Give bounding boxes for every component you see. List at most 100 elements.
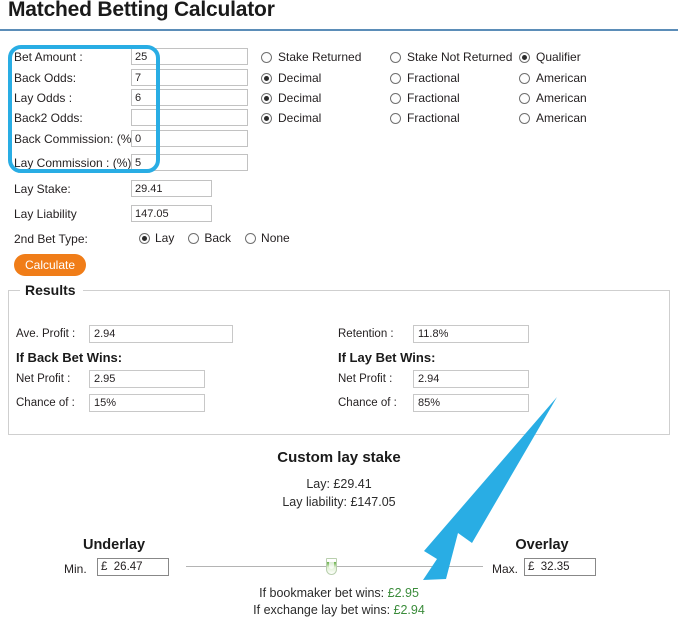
radio-lay-odds-fractional-button[interactable]	[390, 92, 401, 104]
form-row-lay-stake: Lay Stake:	[0, 180, 678, 200]
lay-net-profit-value[interactable]	[413, 370, 529, 388]
radio-back2-odds-fractional-button[interactable]	[390, 112, 401, 124]
radio-back-odds-fractional-button[interactable]	[390, 72, 401, 84]
calculate-button[interactable]: Calculate	[14, 254, 86, 276]
max-lay-stake-input[interactable]	[524, 558, 596, 576]
radio-qualifier[interactable]: Qualifier	[519, 49, 581, 65]
radio-back-odds-american[interactable]: American	[519, 70, 587, 86]
radio-bet-type-lay[interactable]: Lay	[139, 231, 174, 245]
page-title: Matched Betting Calculator	[8, 0, 275, 21]
lay-odds-label: Lay Odds :	[14, 91, 73, 105]
radio-stake-not-returned[interactable]: Stake Not Returned	[390, 49, 512, 65]
lay-commission-label: Lay Commission : (%)	[14, 156, 132, 170]
lay-chance-label: Chance of :	[338, 397, 397, 409]
radio-stake-not-returned-button[interactable]	[390, 51, 401, 63]
retention-value[interactable]	[413, 325, 529, 343]
form-row-lay-liability: Lay Liability	[0, 205, 678, 225]
radio-back-odds-fractional[interactable]: Fractional	[390, 70, 460, 86]
radio-bet-type-back[interactable]: Back	[188, 231, 231, 245]
radio-back2-odds-american-button[interactable]	[519, 112, 530, 124]
radio-qualifier-button[interactable]	[519, 51, 530, 63]
back2-odds-label: Back2 Odds:	[14, 111, 83, 125]
radio-lay-odds-american[interactable]: American	[519, 90, 587, 106]
form-row-back-odds: Back Odds: Decimal Fractional American	[0, 69, 678, 89]
radio-lay-odds-fractional[interactable]: Fractional	[390, 90, 460, 106]
title-divider	[0, 29, 678, 31]
radio-back-odds-decimal[interactable]: Decimal	[261, 70, 321, 86]
back2-odds-input[interactable]	[131, 109, 248, 126]
radio-lay-odds-american-label: American	[536, 91, 587, 105]
overlay-label: Overlay	[515, 537, 569, 553]
radio-back-odds-decimal-label: Decimal	[278, 71, 322, 85]
input-form: Bet Amount : Stake Returned Stake Not Re…	[0, 44, 678, 246]
radio-bet-type-back-label: Back	[204, 231, 232, 245]
custom-lay-line: Lay: £29.41	[306, 477, 372, 491]
radio-back-odds-american-label: American	[536, 71, 587, 85]
exchange-wins-value: £2.94	[393, 603, 425, 617]
exchange-wins-line: If exchange lay bet wins: £2.94	[0, 603, 678, 617]
radio-back2-odds-fractional-label: Fractional	[407, 111, 460, 125]
lay-odds-input[interactable]	[131, 89, 248, 106]
back-commission-input[interactable]	[131, 130, 248, 147]
custom-lay-stake-title: Custom lay stake	[277, 449, 401, 466]
radio-back2-odds-american[interactable]: American	[519, 110, 587, 126]
min-prefix-label: Min.	[64, 562, 87, 576]
bet-amount-input[interactable]	[131, 48, 248, 65]
lay-liability-label: Lay Liability	[14, 207, 77, 221]
radio-stake-returned[interactable]: Stake Returned	[261, 49, 361, 65]
radio-lay-odds-decimal-label: Decimal	[278, 91, 322, 105]
back-chance-label: Chance of :	[16, 397, 75, 409]
custom-lay-liability-line: Lay liability: £147.05	[282, 495, 396, 509]
lay-net-profit-label: Net Profit :	[338, 373, 393, 385]
radio-stake-returned-label: Stake Returned	[278, 50, 362, 64]
form-row-second-bet-type: 2nd Bet Type: Lay Back None	[0, 230, 678, 250]
radio-back-odds-american-button[interactable]	[519, 72, 530, 84]
results-legend: Results	[20, 282, 83, 298]
ave-profit-value[interactable]	[89, 325, 233, 343]
bookmaker-wins-line: If bookmaker bet wins: £2.95	[0, 586, 678, 600]
radio-back2-odds-fractional[interactable]: Fractional	[390, 110, 460, 126]
radio-lay-odds-decimal-button[interactable]	[261, 92, 272, 104]
radio-bet-type-none-button[interactable]	[245, 232, 257, 244]
radio-lay-odds-american-button[interactable]	[519, 92, 530, 104]
back-odds-input[interactable]	[131, 69, 248, 86]
lay-stake-input[interactable]	[131, 180, 212, 197]
radio-bet-type-lay-button[interactable]	[139, 232, 150, 244]
if-lay-bet-wins-heading: If Lay Bet Wins:	[338, 350, 436, 365]
radio-qualifier-label: Qualifier	[536, 50, 581, 64]
lay-chance-value[interactable]	[413, 394, 529, 412]
exchange-wins-label: If exchange lay bet wins:	[253, 603, 394, 617]
second-bet-type-label: 2nd Bet Type:	[14, 232, 88, 246]
form-row-back2-odds: Back2 Odds: Decimal Fractional American	[0, 109, 678, 129]
underlay-label: Underlay	[82, 537, 146, 553]
min-lay-stake-input[interactable]	[97, 558, 169, 576]
lay-stake-slider-handle[interactable]	[326, 558, 337, 575]
lay-liability-input[interactable]	[131, 205, 212, 222]
form-row-lay-commission: Lay Commission : (%)	[0, 154, 678, 174]
retention-label: Retention :	[338, 328, 394, 340]
radio-back-odds-decimal-button[interactable]	[261, 72, 272, 84]
radio-bet-type-back-button[interactable]	[188, 232, 200, 244]
bookmaker-wins-value: £2.95	[387, 586, 419, 600]
radio-stake-returned-button[interactable]	[261, 51, 272, 63]
form-row-back-commission: Back Commission: (%)	[0, 130, 678, 150]
ave-profit-label: Ave. Profit :	[16, 328, 76, 340]
form-row-lay-odds: Lay Odds : Decimal Fractional American	[0, 89, 678, 109]
radio-back2-odds-decimal-button[interactable]	[261, 112, 272, 124]
back-net-profit-label: Net Profit :	[16, 373, 71, 385]
radio-back2-odds-american-label: American	[536, 111, 587, 125]
radio-bet-type-none-label: None	[261, 231, 290, 245]
second-bet-type-group: Lay Back None	[139, 231, 304, 245]
radio-back-odds-fractional-label: Fractional	[407, 71, 460, 85]
radio-lay-odds-decimal[interactable]: Decimal	[261, 90, 321, 106]
radio-back2-odds-decimal-label: Decimal	[278, 111, 322, 125]
radio-bet-type-none[interactable]: None	[245, 231, 290, 245]
bookmaker-wins-label: If bookmaker bet wins:	[259, 586, 388, 600]
radio-bet-type-lay-label: Lay	[155, 231, 175, 245]
if-back-bet-wins-heading: If Back Bet Wins:	[16, 350, 123, 365]
lay-commission-input[interactable]	[131, 154, 248, 171]
radio-back2-odds-decimal[interactable]: Decimal	[261, 110, 321, 126]
back-net-profit-value[interactable]	[89, 370, 205, 388]
radio-stake-not-returned-label: Stake Not Returned	[407, 50, 513, 64]
back-chance-value[interactable]	[89, 394, 205, 412]
